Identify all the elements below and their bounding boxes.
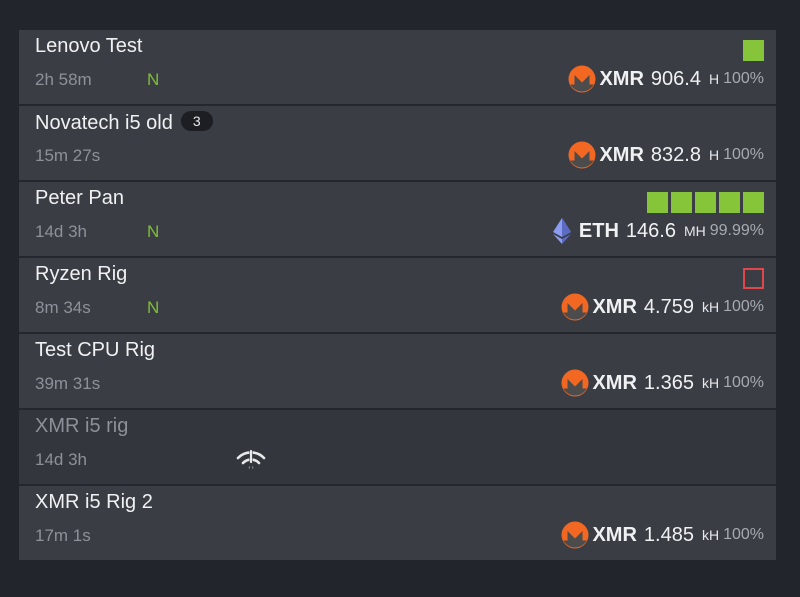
accepted-percent: 100% xyxy=(723,70,764,87)
rig-name[interactable]: Ryzen Rig xyxy=(35,263,127,286)
wifi-off-icon xyxy=(236,449,266,472)
gpu-status-error[interactable] xyxy=(743,268,764,289)
rig-row[interactable]: Lenovo Test 2h 58m N XMR 906.4 H 100% xyxy=(19,30,776,106)
gpu-status-ok[interactable] xyxy=(719,192,740,213)
rig-name-text: XMR i5 Rig 2 xyxy=(35,491,153,513)
rig-name[interactable]: Test CPU Rig xyxy=(35,339,155,362)
hashrate-value: 1.365 xyxy=(643,371,694,394)
rig-uptime: 2h 58m xyxy=(35,70,92,89)
hashrate-unit: MH xyxy=(683,223,706,239)
coin-name: XMR xyxy=(599,143,644,166)
gpu-status-indicators xyxy=(743,40,764,61)
monero-icon xyxy=(561,521,589,549)
rig-name-text: Novatech i5 old xyxy=(35,112,173,134)
rig-name-text: Test CPU Rig xyxy=(35,339,156,361)
coin-name: ETH xyxy=(578,219,619,242)
rig-uptime: 14d 3h xyxy=(35,450,87,469)
coin-name: XMR xyxy=(592,523,637,546)
rig-uptime: 17m 1s xyxy=(35,526,91,545)
accepted-percent: 100% xyxy=(723,526,764,543)
gpu-status-ok[interactable] xyxy=(671,192,692,213)
accepted-percent: 100% xyxy=(723,374,764,391)
rig-name-text: Lenovo Test xyxy=(35,35,143,57)
rig-row[interactable]: Test CPU Rig 39m 31s XMR 1.365 kH 100% xyxy=(19,334,776,410)
hashrate-display: XMR 832.8 H 100% xyxy=(568,141,764,169)
rig-name-text: Peter Pan xyxy=(35,187,124,209)
rig-row[interactable]: Ryzen Rig 8m 34s N XMR 4.759 kH 100% xyxy=(19,258,776,334)
hashrate-display: XMR 1.485 kH 100% xyxy=(561,521,764,549)
gpu-status-indicators xyxy=(647,192,764,213)
rig-name-text: XMR i5 rig xyxy=(35,415,129,437)
hashrate-display: XMR 906.4 H 100% xyxy=(568,65,764,93)
rig-uptime: 14d 3h xyxy=(35,222,87,241)
hashrate-value: 4.759 xyxy=(643,295,694,318)
hashrate-value: 146.6 xyxy=(625,219,676,242)
rig-flag: N xyxy=(147,222,160,241)
rig-badge: 3 xyxy=(180,111,213,131)
hashrate-display: ETH 146.6 MH 99.99% xyxy=(548,217,764,245)
gpu-status-ok[interactable] xyxy=(647,192,668,213)
coin-name: XMR xyxy=(599,67,644,90)
coin-name: XMR xyxy=(592,371,637,394)
gpu-status-ok[interactable] xyxy=(743,40,764,61)
gpu-status-ok[interactable] xyxy=(695,192,716,213)
ethereum-icon xyxy=(548,217,576,245)
hashrate-value: 1.485 xyxy=(643,523,694,546)
monero-icon xyxy=(568,141,596,169)
hashrate-display: XMR 1.365 kH 100% xyxy=(561,369,764,397)
rig-uptime: 15m 27s xyxy=(35,146,101,165)
accepted-percent: 100% xyxy=(723,298,764,315)
monero-icon xyxy=(568,65,596,93)
hashrate-unit: kH xyxy=(701,527,720,543)
rig-flag: N xyxy=(147,70,160,89)
rig-name[interactable]: Lenovo Test xyxy=(35,35,143,58)
rig-row[interactable]: Peter Pan 14d 3h N ETH 146.6 MH 99.99% xyxy=(19,182,776,258)
rig-uptime: 39m 31s xyxy=(35,374,101,393)
rig-row[interactable]: Novatech i5 old 3 15m 27s XMR 832.8 H 100% xyxy=(19,106,776,182)
hashrate-display: XMR 4.759 kH 100% xyxy=(561,293,764,321)
hashrate-unit: kH xyxy=(701,299,720,315)
rig-name[interactable]: XMR i5 Rig 2 xyxy=(35,491,153,514)
coin-name: XMR xyxy=(592,295,637,318)
hashrate-unit: H xyxy=(708,71,720,87)
accepted-percent: 99.99% xyxy=(709,222,764,239)
rig-uptime: 8m 34s xyxy=(35,298,91,317)
rig-list: Lenovo Test 2h 58m N XMR 906.4 H 100% Nova… xyxy=(19,30,776,560)
rig-row[interactable]: XMR i5 rig 14d 3h xyxy=(19,410,776,486)
hashrate-value: 906.4 xyxy=(650,67,701,90)
rig-flag: N xyxy=(147,298,160,317)
hashrate-unit: kH xyxy=(701,375,720,391)
monero-icon xyxy=(561,293,589,321)
gpu-status-indicators xyxy=(743,268,764,289)
hashrate-value: 832.8 xyxy=(650,143,701,166)
hashrate-unit: H xyxy=(708,147,720,163)
monero-icon xyxy=(561,369,589,397)
rig-row[interactable]: XMR i5 Rig 2 17m 1s XMR 1.485 kH 100% xyxy=(19,486,776,560)
gpu-status-ok[interactable] xyxy=(743,192,764,213)
rig-name[interactable]: XMR i5 rig xyxy=(35,415,128,438)
rig-name[interactable]: Peter Pan xyxy=(35,187,124,210)
accepted-percent: 100% xyxy=(723,146,764,163)
rig-name[interactable]: Novatech i5 old 3 xyxy=(35,111,213,135)
rig-name-text: Ryzen Rig xyxy=(35,263,128,285)
